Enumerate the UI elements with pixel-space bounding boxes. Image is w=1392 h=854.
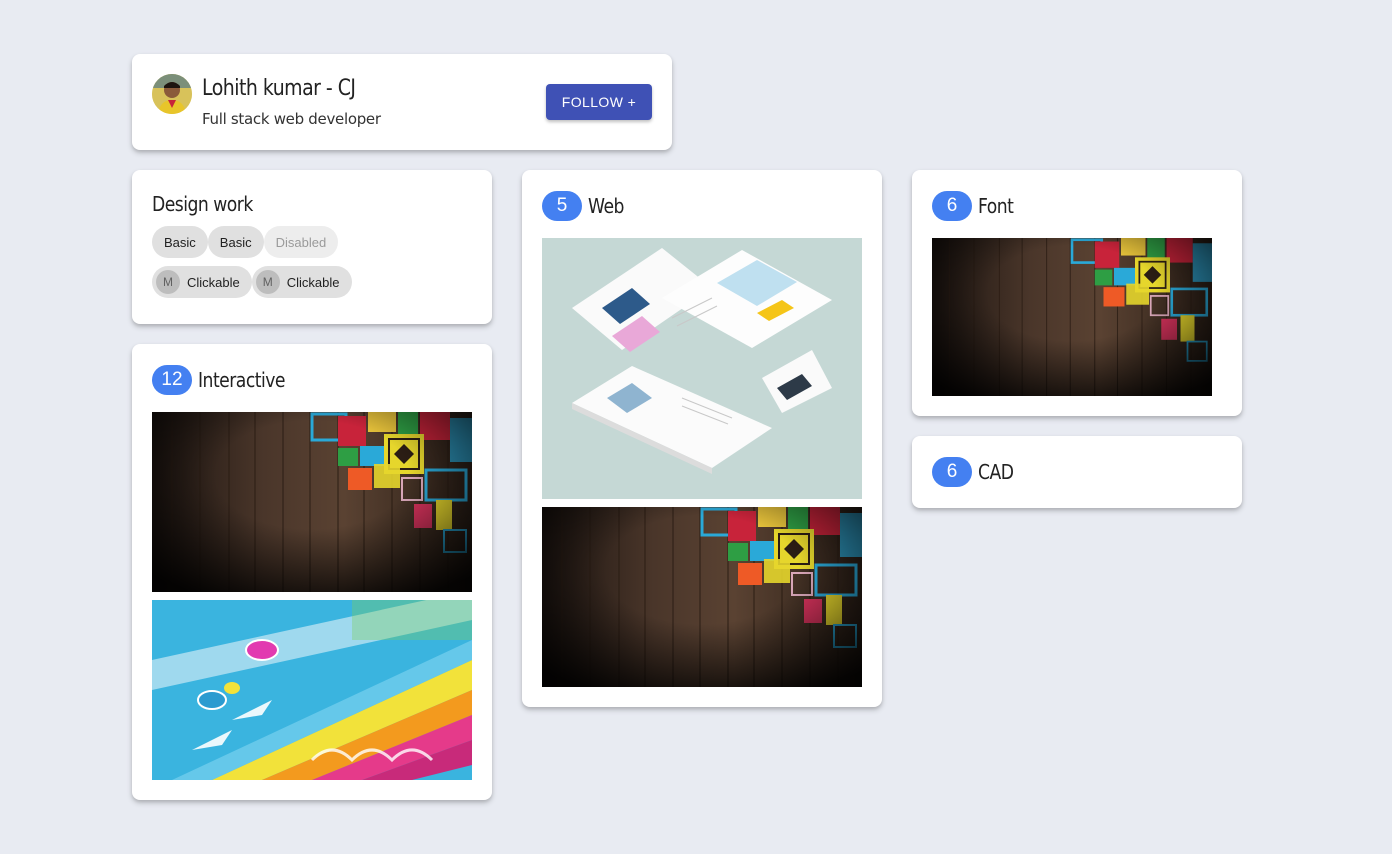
thumbnail-image[interactable] bbox=[152, 412, 472, 592]
clickable-chip[interactable]: M Clickable bbox=[152, 266, 252, 298]
profile-avatar bbox=[152, 74, 192, 114]
count-badge: 6 bbox=[932, 191, 972, 221]
count-badge: 12 bbox=[152, 365, 192, 395]
card-header: 6 CAD bbox=[932, 456, 1222, 488]
card-title: Font bbox=[978, 194, 1014, 218]
profile-role: Full stack web developer bbox=[202, 110, 381, 128]
thumbnail-image[interactable] bbox=[542, 507, 862, 687]
chip-avatar: M bbox=[255, 270, 280, 294]
card-title: Interactive bbox=[198, 368, 285, 392]
count-badge: 6 bbox=[932, 457, 972, 487]
basic-chip[interactable]: Basic bbox=[207, 226, 264, 258]
card-title: CAD bbox=[978, 460, 1014, 484]
card-header: 5 Web bbox=[542, 190, 862, 222]
clickable-chip-row: M Clickable M Clickable bbox=[152, 266, 472, 298]
card-header: 6 Font bbox=[932, 190, 1222, 222]
clickable-chip[interactable]: M Clickable bbox=[251, 266, 352, 298]
disabled-chip: Disabled bbox=[263, 226, 339, 258]
font-card: 6 Font bbox=[912, 170, 1242, 416]
design-work-title: Design work bbox=[152, 192, 253, 216]
profile-name: Lohith kumar - CJ bbox=[202, 76, 356, 101]
web-card: 5 Web bbox=[522, 170, 882, 707]
card-title: Web bbox=[588, 194, 624, 218]
basic-chip-row: Basic Basic Disabled bbox=[152, 226, 472, 258]
design-work-card: Design work Basic Basic Disabled M Click… bbox=[132, 170, 492, 324]
cad-card: 6 CAD bbox=[912, 436, 1242, 508]
profile-card: Lohith kumar - CJ Full stack web develop… bbox=[132, 54, 672, 150]
card-header: 12 Interactive bbox=[152, 364, 472, 396]
chip-label: Clickable bbox=[286, 274, 340, 290]
follow-button[interactable]: FOLLOW + bbox=[546, 84, 652, 120]
chip-label: Clickable bbox=[187, 274, 240, 290]
thumbnail-image[interactable] bbox=[932, 238, 1222, 396]
basic-chip[interactable]: Basic bbox=[152, 226, 208, 258]
thumbnail-image[interactable] bbox=[152, 600, 472, 780]
interactive-card: 12 Interactive bbox=[132, 344, 492, 800]
thumbnail-image[interactable] bbox=[542, 238, 862, 499]
chip-avatar: M bbox=[156, 270, 180, 294]
count-badge: 5 bbox=[542, 191, 582, 221]
